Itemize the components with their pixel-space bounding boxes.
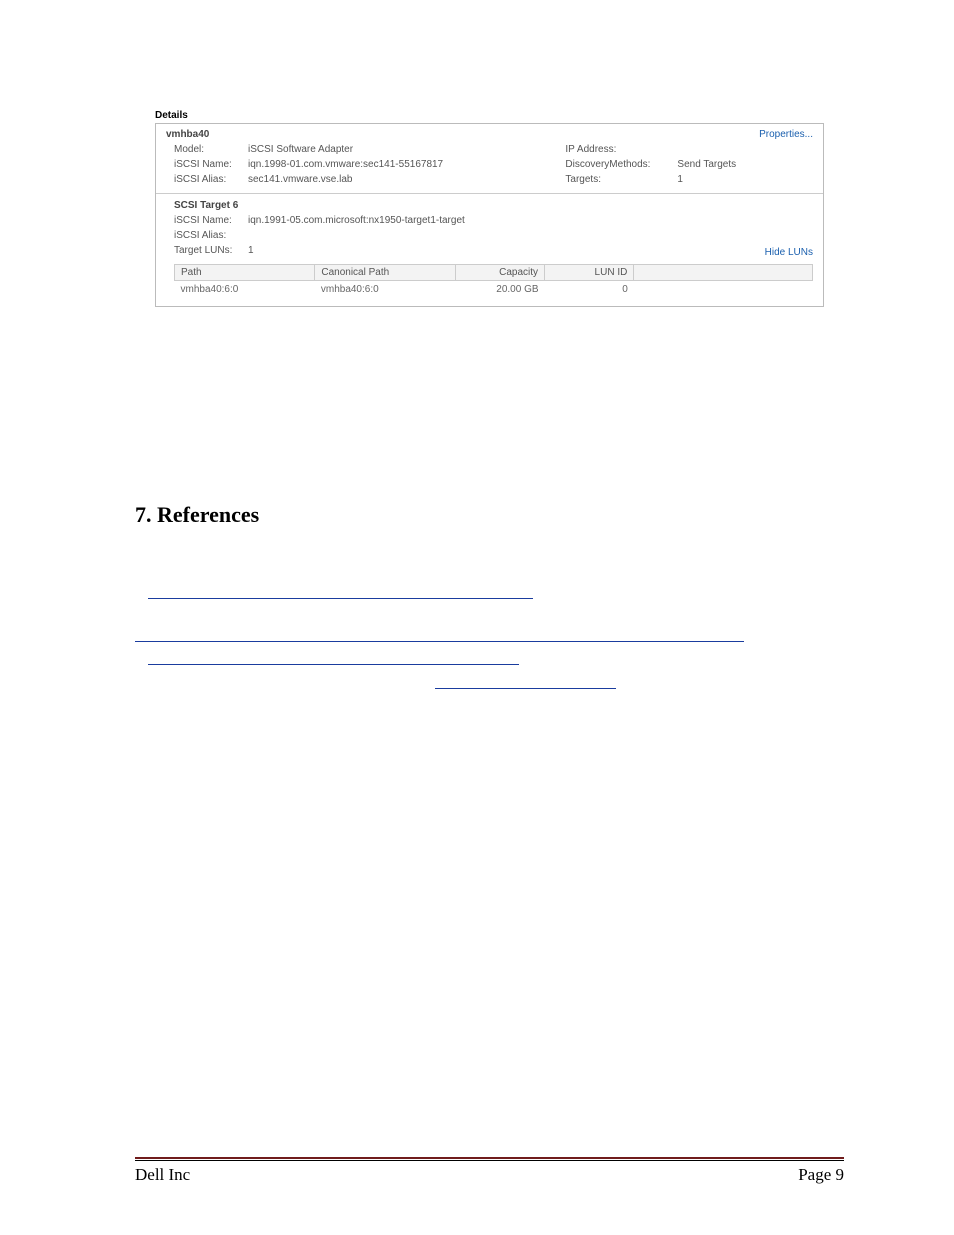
references-list: 1. VMware iSCSI SAN configuration guide …: [135, 578, 844, 689]
model-label: Model:: [174, 142, 248, 157]
col-lunid[interactable]: LUN ID: [545, 265, 634, 281]
ref-link-3[interactable]: VMware executive summary on iSCSI: [148, 645, 519, 666]
ref-text-4: Microsoft Windows Unified Data Storage S…: [148, 670, 435, 685]
target-iscsi-name-label: iSCSI Name:: [174, 213, 248, 228]
cell-canonical: vmhba40:6:0: [315, 281, 455, 299]
details-label: Details: [155, 110, 844, 121]
discovery-label: DiscoveryMethods:: [565, 157, 677, 172]
lun-table: Path Canonical Path Capacity LUN ID vmhb…: [174, 264, 813, 298]
footer-right: Page 9: [798, 1165, 844, 1185]
ref-item-2: 2. Dell Engineering document on VMware E…: [135, 602, 844, 642]
hide-luns-link[interactable]: Hide LUNs: [765, 247, 813, 258]
target-luns-label: Target LUNs:: [174, 243, 248, 258]
properties-link[interactable]: Properties...: [759, 129, 813, 140]
target-iscsi-name-value: iqn.1991-05.com.microsoft:nx1950-target1…: [248, 213, 465, 228]
ref-bullet: 4.: [135, 670, 145, 685]
col-canonical[interactable]: Canonical Path: [315, 265, 455, 281]
model-value: iSCSI Software Adapter: [248, 142, 353, 157]
col-spacer: [634, 265, 813, 281]
ref-text-2: Dell Engineering document on: [148, 604, 308, 619]
ref-bullet: 3.: [135, 647, 145, 662]
col-capacity[interactable]: Capacity: [455, 265, 544, 281]
footer-left: Dell Inc: [135, 1165, 190, 1185]
ref-bullet: 1.: [135, 580, 145, 595]
scsi-target-title: SCSI Target 6: [174, 200, 813, 211]
cell-capacity: 20.00 GB: [455, 281, 544, 299]
footer: Dell Inc Page 9: [135, 1157, 844, 1185]
iscsi-alias-label: iSCSI Alias:: [174, 172, 248, 187]
iscsi-name-value: iqn.1998-01.com.vmware:sec141-55167817: [248, 157, 443, 172]
ref-item-4: 4. Microsoft Windows Unified Data Storag…: [135, 668, 844, 689]
iscsi-alias-value: sec141.vmware.vse.lab: [248, 172, 353, 187]
ref-bullet: 2.: [135, 604, 145, 619]
targets-value: 1: [677, 172, 683, 187]
ref-link-1[interactable]: VMware iSCSI SAN configuration guide: [148, 578, 533, 599]
ref-link-4[interactable]: white paper: [435, 668, 616, 689]
cell-lunid: 0: [545, 281, 634, 299]
ref-item-3: 3. VMware executive summary on iSCSI: [135, 645, 844, 666]
ref-link-2[interactable]: VMware ESX 3.01 with iSCSI storage & Pow…: [135, 621, 744, 642]
col-path[interactable]: Path: [175, 265, 315, 281]
details-panel: vmhba40 Properties... Model: iSCSI Softw…: [155, 123, 824, 307]
target-iscsi-alias-label: iSCSI Alias:: [174, 228, 248, 243]
adapter-name: vmhba40: [166, 129, 813, 140]
ip-address-label: IP Address:: [565, 142, 677, 157]
cell-path: vmhba40:6:0: [175, 281, 315, 299]
discovery-value: Send Targets: [677, 157, 736, 172]
table-row[interactable]: vmhba40:6:0 vmhba40:6:0 20.00 GB 0: [175, 281, 813, 299]
target-luns-value: 1: [248, 243, 254, 258]
targets-label: Targets:: [565, 172, 677, 187]
iscsi-name-label: iSCSI Name:: [174, 157, 248, 172]
ref-item-1: 1. VMware iSCSI SAN configuration guide: [135, 578, 844, 599]
references-heading: 7. References: [135, 502, 844, 528]
